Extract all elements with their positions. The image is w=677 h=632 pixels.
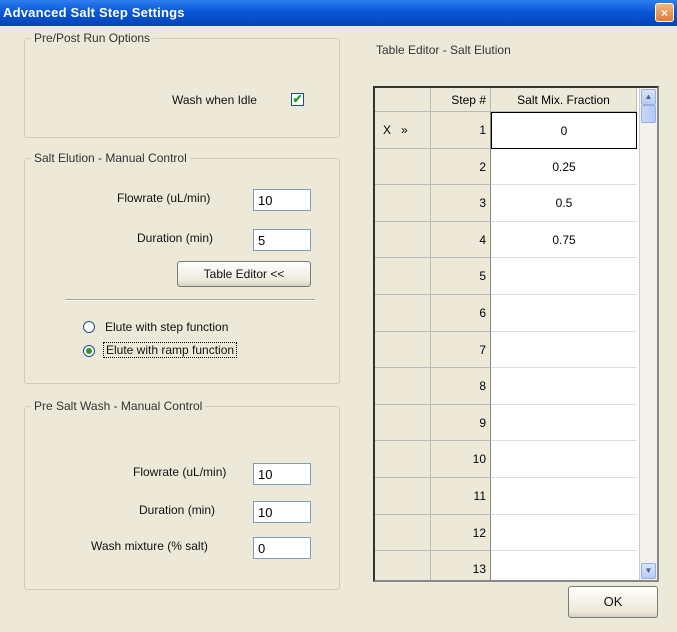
wash-idle-label: Wash when Idle — [172, 93, 257, 107]
fraction-cell[interactable]: 0.25 — [491, 148, 637, 186]
presalt-legend: Pre Salt Wash - Manual Control — [31, 399, 206, 413]
ok-button[interactable]: OK — [568, 586, 658, 618]
fraction-cell[interactable] — [491, 441, 637, 478]
presalt-group: Pre Salt Wash - Manual Control Flowrate … — [24, 399, 340, 590]
prepost-legend: Pre/Post Run Options — [31, 31, 154, 45]
table-row[interactable]: 4 0.75 — [375, 221, 637, 259]
elution-flowrate-input[interactable]: 10 — [253, 189, 311, 211]
step-cell[interactable]: 6 — [431, 295, 491, 332]
fraction-cell[interactable] — [491, 368, 637, 405]
table-row[interactable]: 11 — [375, 478, 637, 515]
ramp-function-label[interactable]: Elute with ramp function — [103, 342, 238, 358]
table-header-row: Step # Salt Mix. Fraction — [375, 88, 637, 112]
step-cell[interactable]: 7 — [431, 331, 491, 369]
wash-idle-checkbox[interactable]: ✔ — [291, 93, 304, 106]
step-cell[interactable]: 5 — [431, 258, 491, 295]
title-bar[interactable]: Advanced Salt Step Settings × — [0, 0, 677, 26]
window-title: Advanced Salt Step Settings — [3, 5, 185, 20]
table-row[interactable]: 3 0.5 — [375, 185, 637, 222]
table-row[interactable]: 7 — [375, 331, 637, 369]
dialog-client: Pre/Post Run Options Wash when Idle ✔ Sa… — [0, 26, 677, 632]
presalt-mixture-label: Wash mixture (% salt) — [91, 539, 208, 553]
fraction-cell[interactable] — [491, 514, 637, 552]
table-editor-button[interactable]: Table Editor << — [177, 261, 311, 287]
salt-elution-group: Salt Elution - Manual Control Flowrate (… — [24, 151, 340, 384]
row-selector[interactable] — [375, 368, 431, 405]
row-selector[interactable] — [375, 404, 431, 442]
presalt-flowrate-input[interactable]: 10 — [253, 463, 311, 485]
row-selector[interactable] — [375, 514, 431, 552]
presalt-mixture-input[interactable]: 0 — [253, 537, 311, 559]
table-row[interactable]: 5 — [375, 258, 637, 295]
step-cell[interactable]: 11 — [431, 478, 491, 515]
row-selector[interactable] — [375, 185, 431, 222]
step-cell[interactable]: 3 — [431, 185, 491, 222]
salt-elution-legend: Salt Elution - Manual Control — [31, 151, 190, 165]
row-selector[interactable]: X» — [375, 112, 431, 149]
fraction-cell[interactable] — [491, 478, 637, 515]
fraction-cell[interactable] — [491, 258, 637, 295]
table-scrollbar[interactable]: ▲ ▼ — [639, 88, 657, 580]
table-row[interactable]: 13 — [375, 551, 637, 580]
table-row[interactable]: X» 1 0 — [375, 112, 637, 149]
row-selector[interactable] — [375, 258, 431, 295]
fraction-cell[interactable]: 0 — [491, 112, 637, 149]
table-editor-legend: Table Editor - Salt Elution — [373, 43, 514, 57]
row-selector[interactable] — [375, 295, 431, 332]
header-step[interactable]: Step # — [431, 88, 491, 112]
step-cell[interactable]: 9 — [431, 404, 491, 442]
scroll-up-button[interactable]: ▲ — [641, 89, 656, 105]
presalt-duration-input[interactable]: 10 — [253, 501, 311, 523]
elution-separator — [65, 299, 315, 301]
row-selector[interactable] — [375, 331, 431, 369]
step-function-radio[interactable] — [83, 321, 95, 333]
step-cell[interactable]: 13 — [431, 551, 491, 580]
step-cell[interactable]: 4 — [431, 221, 491, 259]
header-fraction[interactable]: Salt Mix. Fraction — [491, 88, 637, 112]
elution-flowrate-label: Flowrate (uL/min) — [117, 191, 211, 205]
row-selector[interactable] — [375, 148, 431, 186]
fraction-cell[interactable] — [491, 404, 637, 442]
fraction-cell[interactable]: 0.75 — [491, 221, 637, 259]
table-row[interactable]: 9 — [375, 404, 637, 442]
table-row[interactable]: 10 — [375, 441, 637, 478]
row-marker-x[interactable]: X — [383, 123, 391, 137]
step-cell[interactable]: 1 — [431, 112, 491, 149]
step-cell[interactable]: 10 — [431, 441, 491, 478]
row-selector[interactable] — [375, 441, 431, 478]
elution-duration-input[interactable]: 5 — [253, 229, 311, 251]
table-row[interactable]: 6 — [375, 295, 637, 332]
fraction-cell[interactable] — [491, 295, 637, 332]
step-cell[interactable]: 2 — [431, 148, 491, 186]
step-function-label[interactable]: Elute with step function — [105, 320, 228, 334]
close-icon[interactable]: × — [655, 3, 674, 22]
header-corner — [375, 88, 431, 112]
row-marker-arrow-icon: » — [401, 123, 408, 137]
table-row[interactable]: 8 — [375, 368, 637, 405]
scroll-thumb[interactable] — [641, 105, 656, 123]
elution-duration-label: Duration (min) — [137, 231, 214, 245]
prepost-group: Pre/Post Run Options Wash when Idle ✔ — [24, 31, 340, 138]
fraction-cell[interactable] — [491, 551, 637, 580]
scroll-down-button[interactable]: ▼ — [641, 563, 656, 579]
row-selector[interactable] — [375, 478, 431, 515]
step-cell[interactable]: 8 — [431, 368, 491, 405]
row-selector[interactable] — [375, 551, 431, 580]
presalt-duration-label: Duration (min) — [139, 503, 216, 517]
presalt-flowrate-label: Flowrate (uL/min) — [133, 465, 227, 479]
table-row[interactable]: 12 — [375, 514, 637, 552]
step-cell[interactable]: 12 — [431, 514, 491, 552]
fraction-cell[interactable] — [491, 331, 637, 369]
row-selector[interactable] — [375, 221, 431, 259]
salt-elution-table[interactable]: Step # Salt Mix. Fraction X» 1 0 2 0.25 3 0.5 4… — [373, 86, 659, 582]
fraction-cell[interactable]: 0.5 — [491, 185, 637, 222]
ramp-function-radio[interactable] — [83, 345, 95, 357]
table-row[interactable]: 2 0.25 — [375, 148, 637, 186]
